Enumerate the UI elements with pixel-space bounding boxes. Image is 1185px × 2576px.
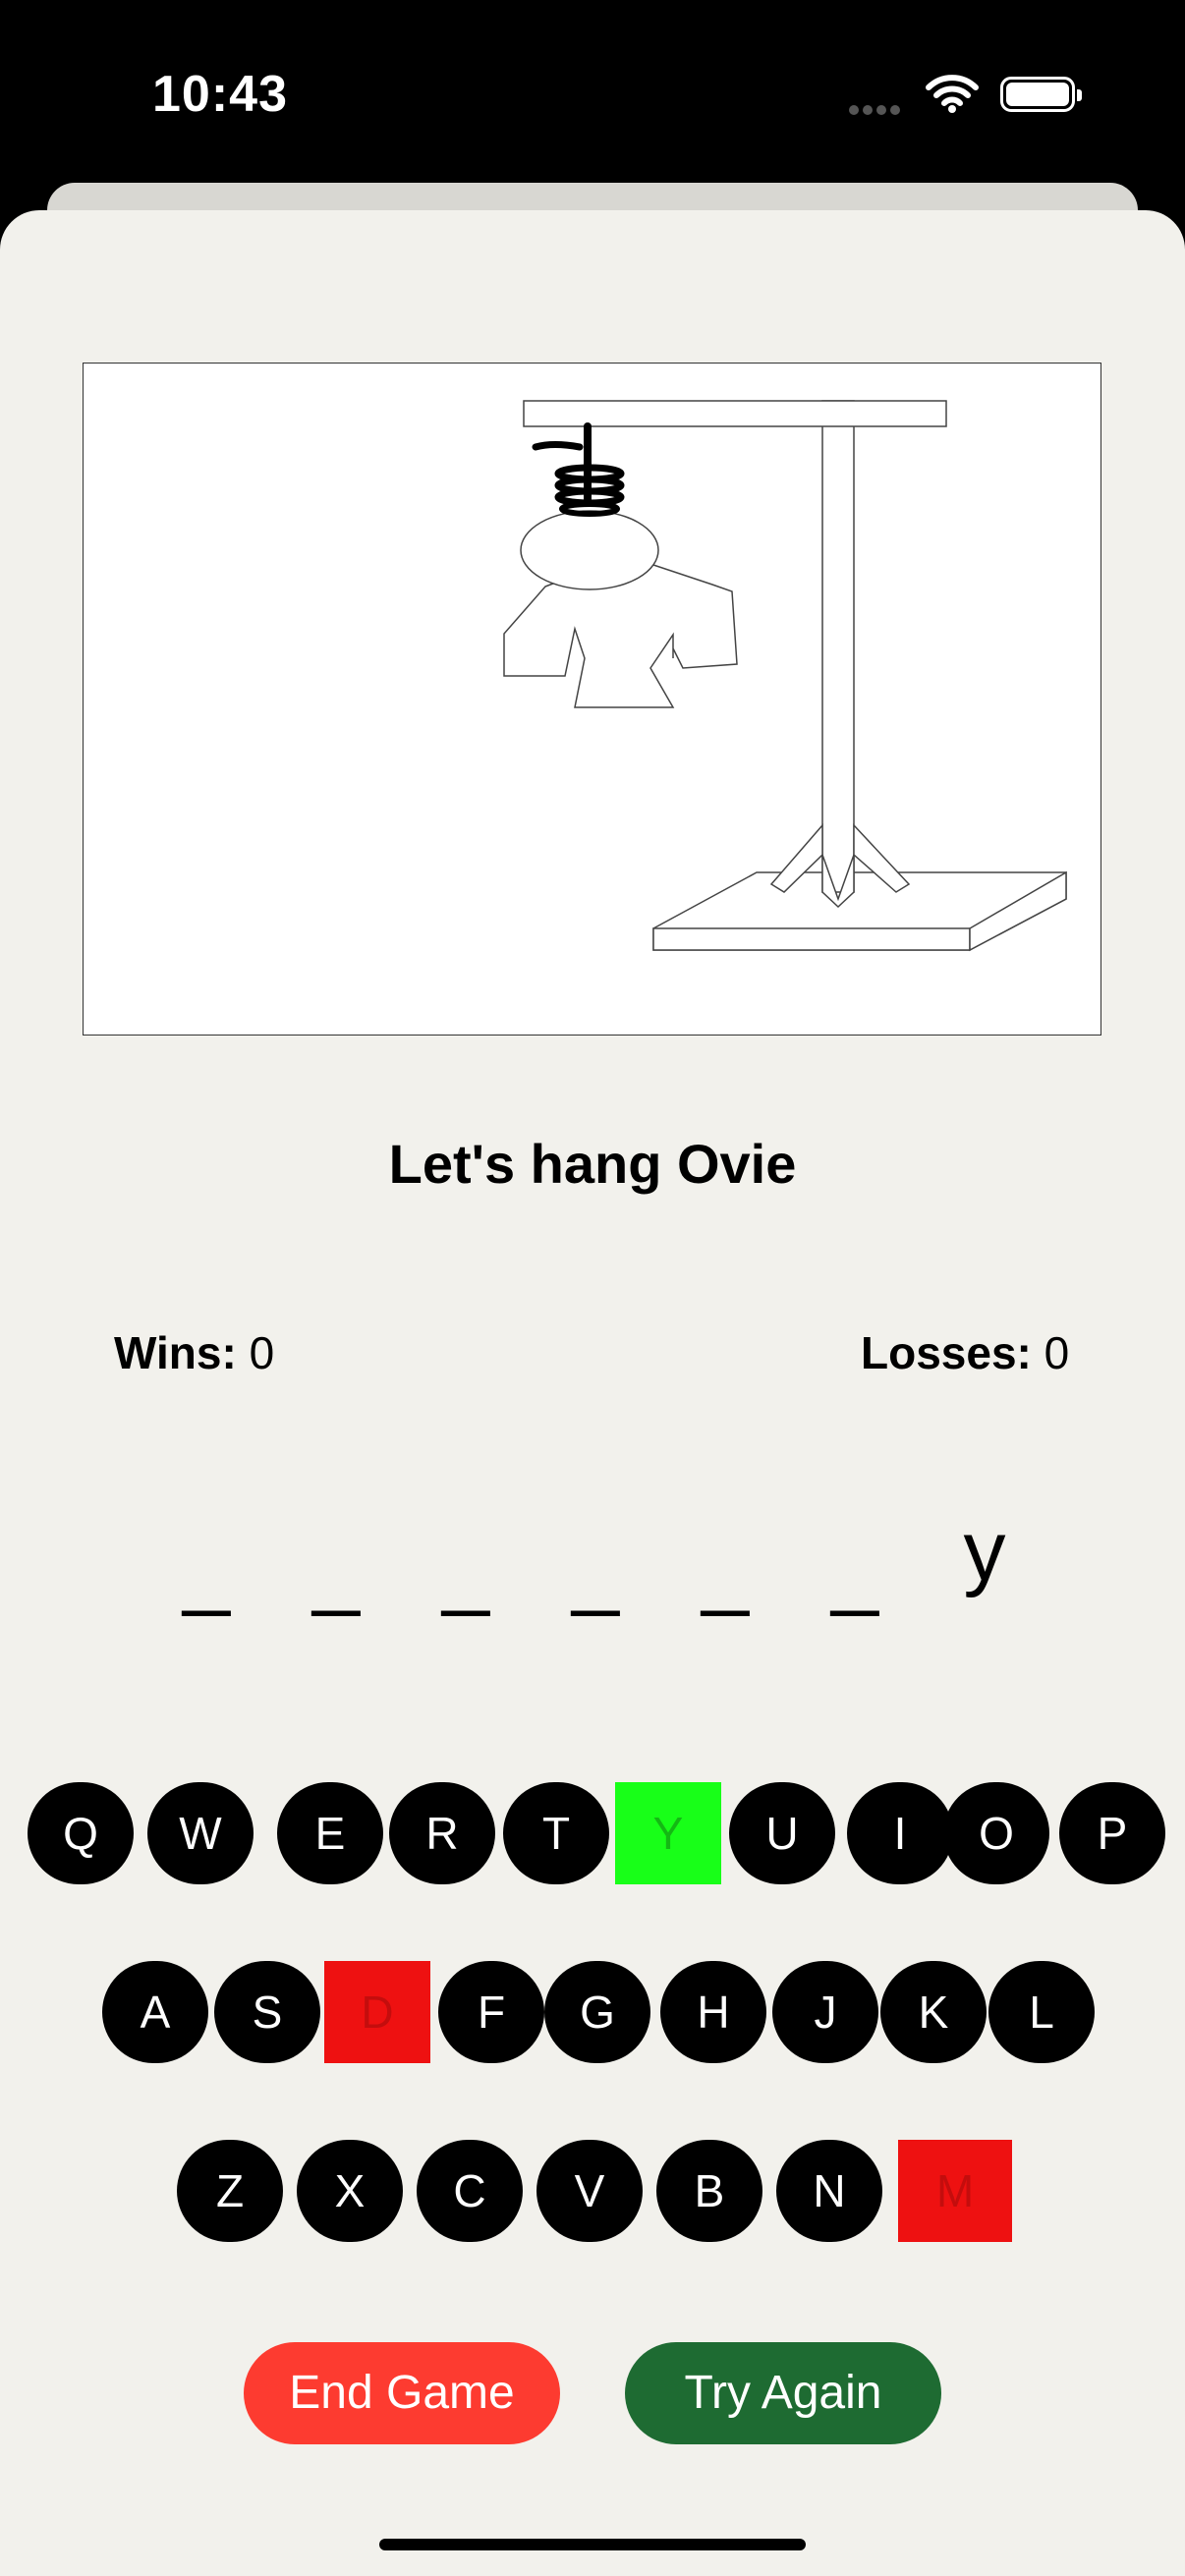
- key-f[interactable]: F: [438, 1961, 544, 2063]
- key-w[interactable]: W: [147, 1782, 254, 1884]
- key-o[interactable]: O: [943, 1782, 1049, 1884]
- key-s[interactable]: S: [214, 1961, 320, 2063]
- gallows-hangman-image: [503, 400, 1067, 952]
- key-v[interactable]: V: [536, 2140, 643, 2242]
- key-u[interactable]: U: [729, 1782, 835, 1884]
- word-slot: _: [312, 1524, 360, 1618]
- game-title: Let's hang Ovie: [388, 1133, 797, 1195]
- try-again-button[interactable]: Try Again: [625, 2342, 941, 2444]
- wins-value: 0: [249, 1327, 275, 1378]
- key-a[interactable]: A: [102, 1961, 208, 2063]
- key-n[interactable]: N: [776, 2140, 882, 2242]
- cellular-signal-icon: [849, 102, 904, 120]
- key-g[interactable]: G: [544, 1961, 650, 2063]
- key-q[interactable]: Q: [28, 1782, 134, 1884]
- word-slot: _: [183, 1524, 230, 1618]
- key-r[interactable]: R: [389, 1782, 495, 1884]
- wins-label: Wins:: [114, 1327, 237, 1378]
- losses-counter: Losses: 0: [861, 1326, 1069, 1379]
- key-e[interactable]: E: [277, 1782, 383, 1884]
- end-game-button[interactable]: End Game: [244, 2342, 560, 2444]
- key-p[interactable]: P: [1059, 1782, 1165, 1884]
- home-indicator[interactable]: [379, 2539, 806, 2550]
- status-time: 10:43: [152, 66, 288, 123]
- key-m[interactable]: M: [898, 2140, 1012, 2242]
- losses-label: Losses:: [861, 1327, 1032, 1378]
- losses-value: 0: [1044, 1327, 1070, 1378]
- battery-icon: [1000, 77, 1082, 112]
- word-slot: _: [572, 1524, 619, 1618]
- key-h[interactable]: H: [660, 1961, 766, 2063]
- key-x[interactable]: X: [297, 2140, 403, 2242]
- key-b[interactable]: B: [656, 2140, 762, 2242]
- key-z[interactable]: Z: [177, 2140, 283, 2242]
- key-c[interactable]: C: [417, 2140, 523, 2242]
- word-slot: y: [963, 1504, 1006, 1598]
- wins-counter: Wins: 0: [114, 1326, 274, 1379]
- word-slot: _: [442, 1524, 489, 1618]
- key-l[interactable]: L: [988, 1961, 1095, 2063]
- key-t[interactable]: T: [503, 1782, 609, 1884]
- key-i[interactable]: I: [847, 1782, 953, 1884]
- key-k[interactable]: K: [880, 1961, 987, 2063]
- gallows-image-frame: [83, 363, 1101, 1036]
- wifi-icon: [926, 74, 979, 118]
- key-y[interactable]: Y: [615, 1782, 721, 1884]
- status-bar: 10:43: [0, 0, 1185, 196]
- key-d[interactable]: D: [324, 1961, 430, 2063]
- word-slot: _: [702, 1524, 749, 1618]
- key-j[interactable]: J: [772, 1961, 878, 2063]
- word-display: _ _ _ _ _ _ y: [0, 1503, 1185, 1621]
- word-slot: _: [831, 1524, 878, 1618]
